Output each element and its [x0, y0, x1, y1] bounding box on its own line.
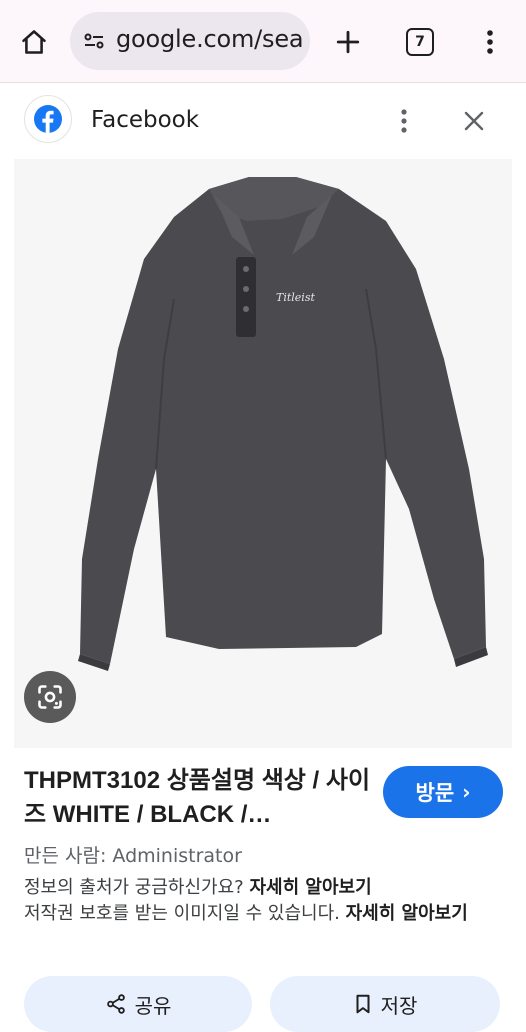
bookmark-icon: [356, 994, 370, 1014]
share-label: 공유: [134, 993, 172, 1018]
source-question: 정보의 출처가 궁금하신가요? 자세히 알아보기: [24, 874, 504, 902]
new-tab-plus-icon[interactable]: [328, 22, 368, 62]
result-sheet-header: Facebook: [0, 83, 526, 159]
copyright-text: 저작권 보호를 받는 이미지일 수 있습니다.: [24, 903, 340, 924]
shirt-illustration: Titleist: [78, 177, 488, 671]
source-name[interactable]: Facebook: [91, 107, 199, 133]
tab-count: 7: [406, 28, 434, 56]
copyright-notice: 저작권 보호를 받는 이미지일 수 있습니다. 자세히 알아보기: [24, 901, 504, 927]
facebook-logo-icon: [24, 95, 72, 143]
source-question-text: 정보의 출처가 궁금하신가요?: [24, 877, 244, 898]
product-image[interactable]: Titleist: [14, 159, 512, 748]
close-icon[interactable]: [456, 103, 492, 139]
share-icon: [106, 994, 125, 1014]
learn-more-link-2[interactable]: 자세히 알아보기: [346, 903, 468, 924]
browser-toolbar: google.com/sea 7: [0, 0, 526, 83]
shirt-logo: Titleist: [276, 291, 315, 304]
tab-switcher-button[interactable]: 7: [400, 22, 440, 62]
site-settings-icon[interactable]: [82, 29, 106, 53]
chevron-right-icon: ›: [462, 780, 471, 804]
result-title[interactable]: THPMT3102 상품설명 색상 / 사이즈 WHITE / BLACK /…: [24, 764, 372, 832]
overflow-menu-icon[interactable]: [470, 22, 510, 62]
visit-button[interactable]: 방문 ›: [383, 766, 503, 818]
url-text: google.com/sea: [116, 25, 304, 53]
address-bar[interactable]: google.com/sea: [70, 12, 310, 70]
save-label: 저장: [380, 993, 418, 1018]
google-lens-icon[interactable]: [24, 671, 76, 723]
more-options-icon[interactable]: [388, 103, 420, 139]
visit-button-label: 방문: [415, 781, 455, 805]
home-icon[interactable]: [14, 22, 54, 62]
creator-credit: 만든 사람: Administrator: [24, 845, 242, 867]
learn-more-link[interactable]: 자세히 알아보기: [249, 877, 371, 898]
